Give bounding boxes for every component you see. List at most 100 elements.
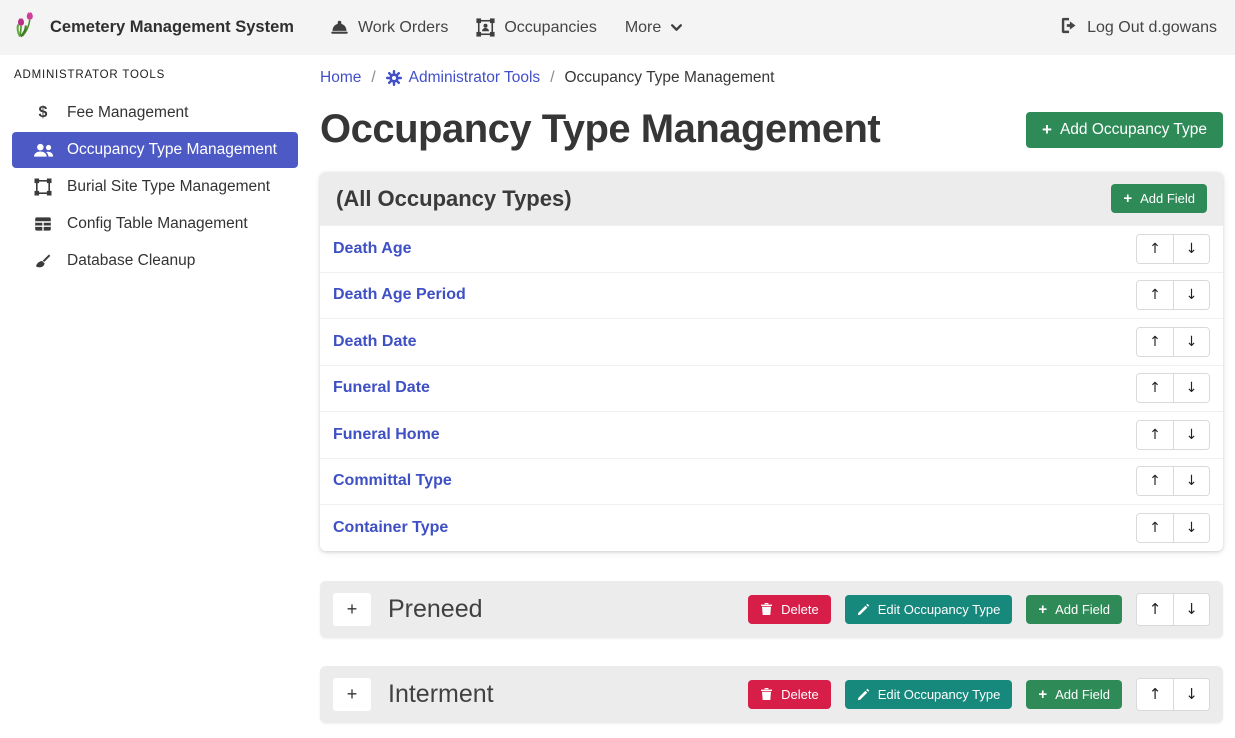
move-down-button[interactable]: ↓ [1173, 235, 1209, 263]
edit-occupancy-type-button[interactable]: Edit Occupancy Type [845, 595, 1013, 624]
section-header-interment: + Interment Delete [320, 666, 1223, 723]
section-header-preneed: + Preneed Delete [320, 581, 1223, 638]
card-header: (All Occupancy Types) + Add Field [320, 172, 1223, 225]
dollar-icon: $ [31, 104, 55, 122]
field-link[interactable]: Death Date [333, 333, 417, 351]
move-up-button[interactable]: ↑ [1137, 467, 1173, 495]
breadcrumb: Home / Administrat [320, 69, 1223, 87]
move-up-button[interactable]: ↑ [1137, 514, 1173, 542]
move-down-button[interactable]: ↓ [1173, 594, 1209, 625]
nav-item-label: Work Orders [358, 19, 448, 37]
delete-button[interactable]: Delete [748, 680, 831, 709]
field-link[interactable]: Funeral Home [333, 426, 440, 444]
sidebar-item-burial-site-type-management[interactable]: Burial Site Type Management [12, 169, 298, 205]
sidebar-item-label: Database Cleanup [67, 252, 195, 270]
reorder-buttons: ↑ ↓ [1136, 327, 1210, 357]
expand-button[interactable]: + [333, 678, 371, 711]
delete-button[interactable]: Delete [748, 595, 831, 624]
plus-icon: + [1042, 121, 1052, 138]
sidebar-item-database-cleanup[interactable]: Database Cleanup [12, 243, 298, 279]
move-down-button[interactable]: ↓ [1173, 421, 1209, 449]
hard-hat-icon [330, 18, 349, 37]
move-down-button[interactable]: ↓ [1173, 281, 1209, 309]
breadcrumb-administrator-tools[interactable]: Administrator Tools [386, 69, 541, 87]
nav-item-label: More [625, 19, 661, 37]
add-field-button[interactable]: + Add Field [1111, 184, 1207, 213]
card-title: (All Occupancy Types) [336, 186, 572, 212]
field-link[interactable]: Death Age Period [333, 286, 466, 304]
sidebar-heading: ADMINISTRATOR TOOLS [14, 69, 298, 81]
section-title: Preneed [388, 595, 483, 624]
breadcrumb-current: Occupancy Type Management [565, 69, 775, 87]
page-header: Occupancy Type Management + Add Occupanc… [320, 107, 1223, 152]
sidebar-item-occupancy-type-management[interactable]: Occupancy Type Management [12, 132, 298, 168]
add-field-button[interactable]: + Add Field [1026, 595, 1122, 624]
trash-icon [760, 602, 773, 616]
expand-button[interactable]: + [333, 593, 371, 626]
field-link[interactable]: Container Type [333, 519, 448, 537]
add-occupancy-type-button[interactable]: + Add Occupancy Type [1026, 112, 1223, 148]
field-link[interactable]: Death Age [333, 240, 412, 258]
reorder-buttons: ↑ ↓ [1136, 234, 1210, 264]
sidebar-item-label: Config Table Management [67, 215, 248, 233]
page-title: Occupancy Type Management [320, 107, 880, 152]
main-content: Home / Administrat [308, 55, 1235, 738]
field-row: Death Date ↑ ↓ [320, 318, 1223, 365]
app-title: Cemetery Management System [50, 18, 294, 37]
nav-item-label: Occupancies [504, 19, 597, 37]
sidebar: ADMINISTRATOR TOOLS $ Fee Management Occ… [0, 55, 308, 738]
add-field-button[interactable]: + Add Field [1026, 680, 1122, 709]
field-link[interactable]: Committal Type [333, 472, 452, 490]
breadcrumb-separator: / [550, 69, 554, 87]
move-down-button[interactable]: ↓ [1173, 374, 1209, 402]
move-up-button[interactable]: ↑ [1137, 328, 1173, 356]
logout-icon [1059, 16, 1078, 40]
field-link[interactable]: Funeral Date [333, 379, 430, 397]
nav-item-more[interactable]: More [611, 11, 697, 45]
section-actions: Delete Edit Occupancy Type + Add Field ↑ [748, 678, 1210, 711]
chevron-down-icon [670, 21, 683, 34]
move-up-button[interactable]: ↑ [1137, 374, 1173, 402]
pencil-icon [857, 688, 870, 701]
reorder-buttons: ↑ ↓ [1136, 678, 1210, 711]
top-navbar: Cemetery Management System Work Orders [0, 0, 1235, 55]
sidebar-item-label: Occupancy Type Management [67, 141, 277, 159]
reorder-buttons: ↑ ↓ [1136, 373, 1210, 403]
plus-icon: + [1123, 191, 1132, 206]
all-occupancy-types-card: (All Occupancy Types) + Add Field Death … [320, 172, 1223, 551]
edit-occupancy-type-button[interactable]: Edit Occupancy Type [845, 680, 1013, 709]
nav-item-occupancies[interactable]: Occupancies [462, 10, 611, 45]
brand[interactable]: Cemetery Management System [14, 10, 294, 45]
move-down-button[interactable]: ↓ [1173, 514, 1209, 542]
move-down-button[interactable]: ↓ [1173, 328, 1209, 356]
breadcrumb-separator: / [371, 69, 375, 87]
plus-icon: + [1038, 687, 1047, 702]
sidebar-item-config-table-management[interactable]: Config Table Management [12, 206, 298, 242]
field-row: Funeral Home ↑ ↓ [320, 411, 1223, 458]
logout-button[interactable]: Log Out d.gowans [1057, 8, 1219, 48]
reorder-buttons: ↑ ↓ [1136, 513, 1210, 543]
field-row: Death Age ↑ ↓ [320, 225, 1223, 272]
move-up-button[interactable]: ↑ [1137, 594, 1173, 625]
move-down-button[interactable]: ↓ [1173, 679, 1209, 710]
reorder-buttons: ↑ ↓ [1136, 466, 1210, 496]
move-up-button[interactable]: ↑ [1137, 421, 1173, 449]
section-actions: Delete Edit Occupancy Type + Add Field ↑ [748, 593, 1210, 626]
trash-icon [760, 687, 773, 701]
users-icon [31, 142, 55, 159]
vector-square-icon [31, 178, 55, 196]
sidebar-item-label: Fee Management [67, 104, 189, 122]
tulip-logo-icon [14, 10, 40, 45]
sidebar-item-fee-management[interactable]: $ Fee Management [12, 95, 298, 131]
broom-icon [31, 252, 55, 270]
move-down-button[interactable]: ↓ [1173, 467, 1209, 495]
reorder-buttons: ↑ ↓ [1136, 420, 1210, 450]
move-up-button[interactable]: ↑ [1137, 281, 1173, 309]
breadcrumb-home[interactable]: Home [320, 69, 361, 87]
nav-item-work-orders[interactable]: Work Orders [316, 10, 462, 45]
move-up-button[interactable]: ↑ [1137, 235, 1173, 263]
move-up-button[interactable]: ↑ [1137, 679, 1173, 710]
table-icon [31, 215, 55, 233]
logout-label: Log Out d.gowans [1087, 19, 1217, 37]
occupancy-frame-icon [476, 18, 495, 37]
